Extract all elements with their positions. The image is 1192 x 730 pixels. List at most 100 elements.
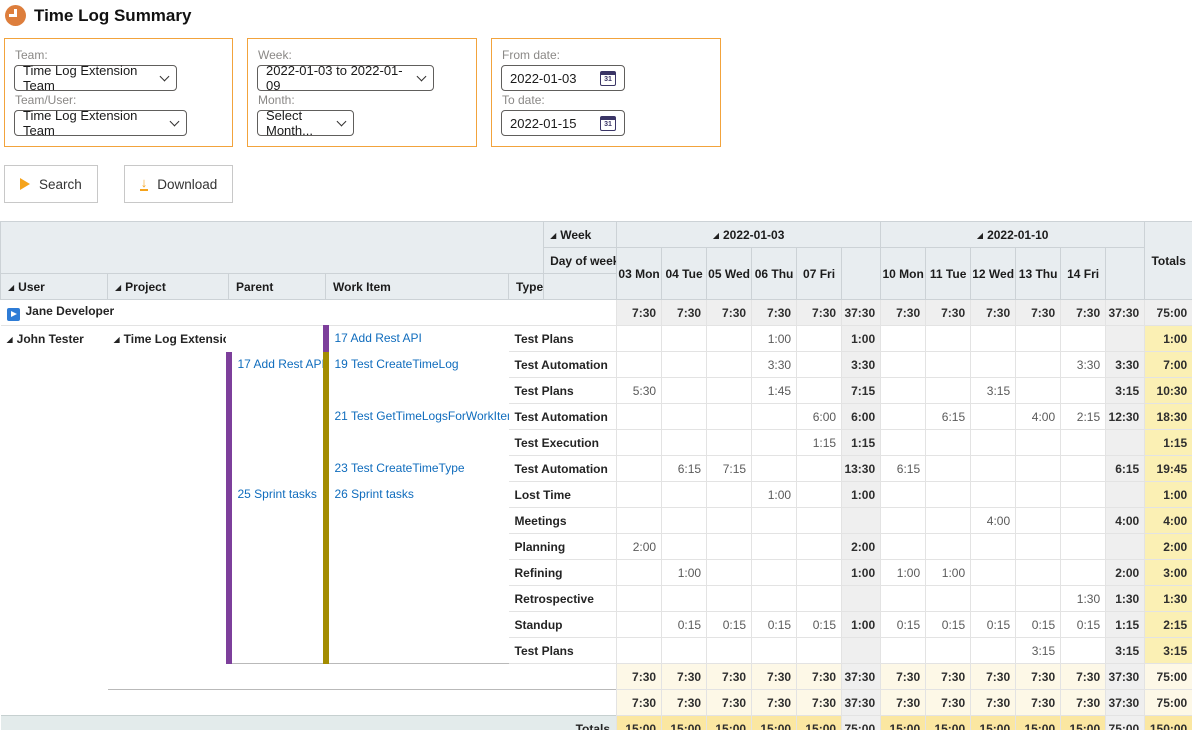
calendar-icon[interactable]: 31 xyxy=(600,71,616,86)
type-cell: Test Plans xyxy=(509,378,617,404)
time-cell xyxy=(752,456,797,482)
week-group-2022-01-03[interactable]: ◢ 2022-01-03 xyxy=(617,222,881,248)
work-item-link[interactable]: 23 Test CreateTimeType xyxy=(335,461,465,475)
time-cell: 7:30 xyxy=(617,300,662,326)
team-user-select[interactable]: Time Log Extension Team xyxy=(14,110,187,136)
collapse-icon: ◢ xyxy=(114,335,120,344)
week-total-header xyxy=(1106,248,1145,300)
search-button[interactable]: Search xyxy=(4,165,98,203)
time-cell xyxy=(617,456,662,482)
time-cell xyxy=(707,638,752,664)
user-column-header[interactable]: ◢User xyxy=(1,274,108,300)
grand-total-cell: 15:00 xyxy=(752,716,797,730)
time-cell xyxy=(662,482,707,508)
from-date-value: 2022-01-03 xyxy=(510,71,577,86)
time-cell: 0:15 xyxy=(926,612,971,638)
collapse-icon: ◢ xyxy=(713,231,719,240)
parent-link[interactable]: 17 Add Rest API xyxy=(238,357,325,371)
time-cell: 7:30 xyxy=(797,300,842,326)
time-cell xyxy=(797,378,842,404)
type-cell: Lost Time xyxy=(509,482,617,508)
project-subtotal-cell: 37:30 xyxy=(1106,664,1145,690)
to-date-input[interactable]: 2022-01-15 31 xyxy=(501,110,625,136)
parent-link[interactable]: 25 Sprint tasks xyxy=(238,487,317,501)
time-cell: 3:30 xyxy=(752,352,797,378)
week-group-2022-01-10[interactable]: ◢2022-01-10 xyxy=(881,222,1145,248)
type-cell: Test Plans xyxy=(509,638,617,664)
day-header: 14 Fri xyxy=(1061,248,1106,300)
total-cell: 4:00 xyxy=(1145,508,1192,534)
project-column-header[interactable]: ◢Project xyxy=(108,274,229,300)
page-header: Time Log Summary xyxy=(5,5,1192,26)
user-row-toggle[interactable]: Jane Developer xyxy=(1,300,617,326)
time-cell xyxy=(662,404,707,430)
grand-total-cell: 15:00 xyxy=(971,716,1016,730)
week-total-cell: 1:00 xyxy=(842,560,881,586)
week-total-cell: 1:00 xyxy=(842,326,881,352)
time-cell xyxy=(971,560,1016,586)
time-cell: 0:15 xyxy=(662,612,707,638)
user-subtotal-cell: 7:30 xyxy=(797,690,842,716)
time-cell xyxy=(797,534,842,560)
week-total-cell: 1:30 xyxy=(1106,586,1145,612)
project-name: Time Log Extension xyxy=(124,332,229,346)
from-date-input[interactable]: 2022-01-03 31 xyxy=(501,65,625,91)
time-cell: 7:30 xyxy=(881,300,926,326)
total-cell: 3:00 xyxy=(1145,560,1192,586)
filter-bar: Team: Time Log Extension Team Team/User:… xyxy=(4,38,1192,147)
total-cell: 2:15 xyxy=(1145,612,1192,638)
work-item-link[interactable]: 26 Sprint tasks xyxy=(335,487,414,501)
time-cell: 3:15 xyxy=(971,378,1016,404)
type-cell: Retrospective xyxy=(509,586,617,612)
type-cell: Meetings xyxy=(509,508,617,534)
time-cell xyxy=(752,638,797,664)
time-cell xyxy=(926,534,971,560)
week-total-cell: 1:15 xyxy=(842,430,881,456)
time-cell xyxy=(881,378,926,404)
work-item-link[interactable]: 17 Add Rest API xyxy=(335,331,422,345)
total-cell: 1:00 xyxy=(1145,326,1192,352)
time-cell xyxy=(971,352,1016,378)
team-select[interactable]: Time Log Extension Team xyxy=(14,65,177,91)
time-cell xyxy=(707,352,752,378)
grand-total-cell: 15:00 xyxy=(1016,716,1061,730)
time-cell xyxy=(1016,378,1061,404)
user-subtotal-cell: 7:30 xyxy=(1016,690,1061,716)
time-cell xyxy=(662,638,707,664)
month-select[interactable]: Select Month... xyxy=(257,110,354,136)
expand-icon[interactable] xyxy=(7,308,20,321)
header-corner xyxy=(1,222,544,274)
day-header: 06 Thu xyxy=(752,248,797,300)
day-header: 12 Wed xyxy=(971,248,1016,300)
time-cell: 0:15 xyxy=(1016,612,1061,638)
time-cell: 0:15 xyxy=(752,612,797,638)
week-total-cell: 3:15 xyxy=(1106,378,1145,404)
project-subtotal-cell: 37:30 xyxy=(842,664,881,690)
to-date-label: To date: xyxy=(502,93,711,107)
page-title: Time Log Summary xyxy=(34,6,191,26)
week-group-label: 2022-01-03 xyxy=(723,228,784,242)
week-select[interactable]: 2022-01-03 to 2022-01-09 xyxy=(257,65,434,91)
work-item-cell: 26 Sprint tasks xyxy=(326,482,509,664)
time-cell xyxy=(707,404,752,430)
week-total-cell: 37:30 xyxy=(1106,300,1145,326)
time-cell xyxy=(752,430,797,456)
time-cell xyxy=(617,430,662,456)
time-cell xyxy=(926,352,971,378)
type-cell: Test Plans xyxy=(509,326,617,352)
time-cell xyxy=(1061,508,1106,534)
work-item-link[interactable]: 19 Test CreateTimeLog xyxy=(335,357,459,371)
type-cell: Test Automation xyxy=(509,404,617,430)
calendar-icon[interactable]: 31 xyxy=(600,116,616,131)
total-cell: 75:00 xyxy=(1145,300,1192,326)
time-cell: 7:30 xyxy=(752,300,797,326)
work-item-link[interactable]: 21 Test GetTimeLogsForWorkItem xyxy=(335,409,509,423)
project-group-toggle[interactable]: ◢ Time Log Extension xyxy=(108,326,229,664)
user-group-toggle[interactable]: ◢John Tester xyxy=(1,326,108,664)
download-button[interactable]: ↓ Download xyxy=(124,165,234,203)
day-header: 10 Mon xyxy=(881,248,926,300)
week-header-toggle[interactable]: ◢Week xyxy=(544,222,617,248)
parent-link-cell: 25 Sprint tasks xyxy=(229,482,326,664)
time-cell xyxy=(881,430,926,456)
time-cell xyxy=(971,326,1016,352)
